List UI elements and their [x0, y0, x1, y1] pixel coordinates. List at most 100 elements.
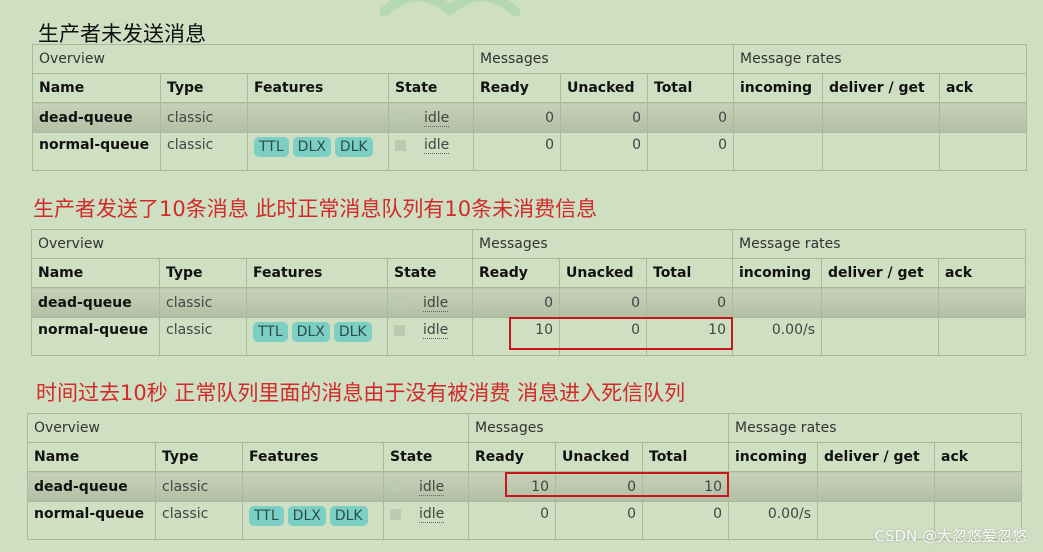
ready-value: 0	[473, 102, 561, 133]
group-messages: Messages	[473, 44, 734, 74]
table-row: normal-queue classic TTL DLX DLK idle 0 0 0	[32, 132, 1027, 171]
queue-features: TTL DLX DLK	[242, 501, 384, 540]
incoming-value: 0.00/s	[728, 501, 818, 540]
ack-value	[939, 132, 1027, 171]
unacked-value: 0	[560, 132, 648, 171]
feature-badge[interactable]: DLK	[334, 137, 373, 157]
column-header-name[interactable]: Name	[31, 258, 160, 288]
queue-type: classic	[155, 501, 243, 540]
state-label: idle	[419, 506, 445, 523]
column-header-ready[interactable]: Ready	[473, 73, 561, 103]
feature-badge[interactable]: TTL	[249, 506, 284, 526]
table-row: dead-queue classic idle 0 0 0	[32, 102, 1027, 133]
queue-type: classic	[159, 287, 247, 318]
column-header-ready[interactable]: Ready	[468, 442, 556, 472]
feature-badge[interactable]: DLX	[291, 322, 330, 342]
queue-name-link[interactable]: normal-queue	[31, 317, 160, 356]
watermark-logo-icon	[380, 0, 520, 16]
queue-state: idle	[383, 501, 469, 540]
ack-value	[934, 471, 1022, 502]
column-header-features[interactable]: Features	[246, 258, 388, 288]
column-header-total[interactable]: Total	[647, 73, 734, 103]
column-header-unacked[interactable]: Unacked	[555, 442, 643, 472]
total-value: 0	[642, 501, 729, 540]
column-header-ready[interactable]: Ready	[472, 258, 560, 288]
queue-state: idle	[387, 317, 473, 356]
column-header-type[interactable]: Type	[155, 442, 243, 472]
column-header-name[interactable]: Name	[32, 73, 161, 103]
column-header-unacked[interactable]: Unacked	[560, 73, 648, 103]
state-indicator-icon	[395, 139, 406, 151]
unacked-value: 0	[559, 287, 647, 318]
queue-state: idle	[388, 102, 474, 133]
ack-value	[938, 317, 1026, 356]
column-header-deliver_get[interactable]: deliver / get	[822, 73, 940, 103]
queue-name-link[interactable]: dead-queue	[31, 287, 160, 318]
state-indicator-icon	[390, 481, 401, 492]
group-overview: Overview	[32, 44, 474, 74]
column-header-deliver_get[interactable]: deliver / get	[817, 442, 935, 472]
column-header-incoming[interactable]: incoming	[733, 73, 823, 103]
feature-badge[interactable]: TTL	[254, 137, 289, 157]
feature-badge[interactable]: TTL	[253, 322, 288, 342]
column-header-name[interactable]: Name	[27, 442, 156, 472]
group-message-rates: Message rates	[733, 44, 1027, 74]
queues-table: Overview Messages Message rates Name Type Fea…	[32, 44, 1027, 171]
incoming-value	[733, 132, 823, 171]
incoming-value	[732, 287, 822, 318]
column-header-features[interactable]: Features	[242, 442, 384, 472]
column-header-features[interactable]: Features	[247, 73, 389, 103]
queue-state: idle	[388, 132, 474, 171]
column-header-total[interactable]: Total	[642, 442, 729, 472]
queue-features	[242, 471, 384, 502]
column-header-state[interactable]: State	[387, 258, 473, 288]
state-label: idle	[419, 478, 445, 496]
highlight-box	[505, 472, 729, 497]
queue-type: classic	[160, 132, 248, 171]
incoming-value	[728, 471, 818, 502]
column-header-total[interactable]: Total	[646, 258, 733, 288]
state-indicator-icon	[395, 112, 406, 123]
ready-value: 0	[473, 132, 561, 171]
state-label: idle	[424, 109, 450, 127]
column-header-ack[interactable]: ack	[934, 442, 1022, 472]
queue-features: TTL DLX DLK	[246, 317, 388, 356]
column-header-incoming[interactable]: incoming	[732, 258, 822, 288]
feature-badge[interactable]: DLX	[292, 137, 331, 157]
queue-name-link[interactable]: dead-queue	[27, 471, 156, 502]
queue-features	[247, 102, 389, 133]
deliver-get-value	[822, 102, 940, 133]
total-value: 0	[647, 132, 734, 171]
group-overview: Overview	[31, 229, 473, 259]
deliver-get-value	[821, 287, 939, 318]
state-label: idle	[424, 137, 450, 154]
total-value: 0	[646, 287, 733, 318]
column-header-ack[interactable]: ack	[939, 73, 1027, 103]
column-header-state[interactable]: State	[383, 442, 469, 472]
section-title: 生产者发送了10条消息 此时正常消息队列有10条未消费信息	[33, 197, 598, 221]
state-indicator-icon	[390, 508, 401, 520]
column-header-deliver_get[interactable]: deliver / get	[821, 258, 939, 288]
ack-value	[938, 287, 1026, 318]
queue-name-link[interactable]: normal-queue	[32, 132, 161, 171]
deliver-get-value	[821, 317, 939, 356]
queue-state: idle	[387, 287, 473, 318]
queue-name-link[interactable]: normal-queue	[27, 501, 156, 540]
group-messages: Messages	[468, 413, 729, 443]
group-overview: Overview	[27, 413, 469, 443]
column-header-unacked[interactable]: Unacked	[559, 258, 647, 288]
column-header-incoming[interactable]: incoming	[728, 442, 818, 472]
table-row: dead-queue classic idle 0 0 0	[31, 287, 1026, 318]
column-header-type[interactable]: Type	[159, 258, 247, 288]
column-header-state[interactable]: State	[388, 73, 474, 103]
queue-name-link[interactable]: dead-queue	[32, 102, 161, 133]
state-indicator-icon	[394, 297, 405, 308]
column-header-ack[interactable]: ack	[938, 258, 1026, 288]
feature-badge[interactable]: DLX	[287, 506, 326, 526]
group-messages: Messages	[472, 229, 733, 259]
column-header-type[interactable]: Type	[160, 73, 248, 103]
ready-value: 0	[468, 501, 556, 540]
feature-badge[interactable]: DLK	[329, 506, 368, 526]
feature-badge[interactable]: DLK	[333, 322, 372, 342]
deliver-get-value	[822, 132, 940, 171]
